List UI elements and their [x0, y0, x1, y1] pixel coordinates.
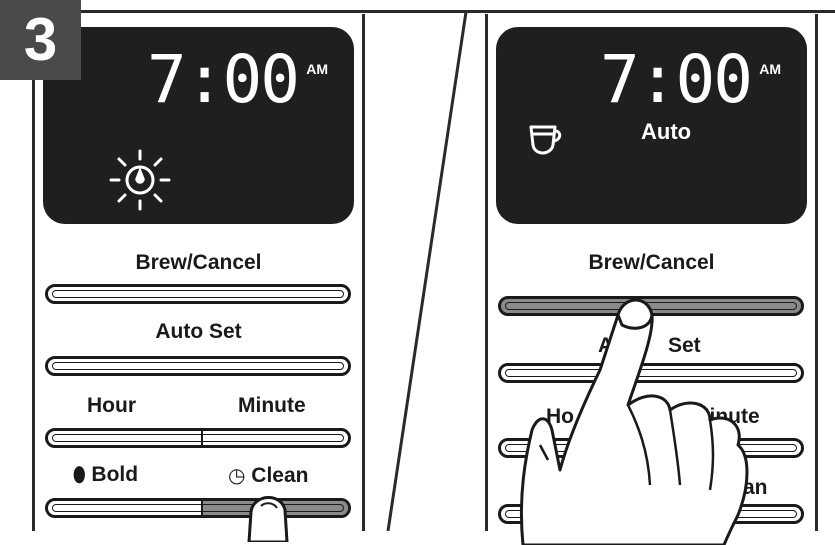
left-brew-cancel-button[interactable]: [45, 284, 351, 304]
instruction-illustration: 7:00 AM Brew/Cancel Auto Set Hour Minute…: [0, 0, 835, 545]
step-number-badge: 3: [0, 0, 81, 80]
bold-icon: ⬮: [73, 464, 86, 486]
left-bold-label: ⬮ Bold: [73, 463, 138, 487]
right-meridiem: AM: [759, 61, 781, 77]
right-brew-cancel-label: Brew/Cancel: [588, 251, 715, 274]
left-control-panel: 7:00 AM Brew/Cancel Auto Set Hour Minute…: [32, 14, 365, 542]
left-minute-label: Minute: [238, 394, 306, 417]
left-auto-set-label: Auto Set: [155, 320, 242, 343]
left-lcd-display: 7:00 AM: [43, 27, 354, 224]
right-clock-time: 7:00: [600, 41, 753, 118]
sun-clock-brewing-icon: [109, 149, 171, 211]
left-brew-cancel-label: Brew/Cancel: [135, 251, 262, 274]
right-auto-mode: Auto: [641, 119, 692, 144]
left-hour-minute-button[interactable]: [45, 428, 351, 448]
right-lcd-display: 7:00 AM Auto: [496, 27, 807, 224]
left-hour-label: Hour: [87, 394, 136, 417]
left-meridiem: AM: [306, 61, 328, 77]
left-pressing-finger: [247, 496, 289, 542]
right-pressing-hand: [519, 298, 749, 545]
left-clock-time: 7:00: [147, 41, 300, 118]
coffee-cup-icon: [529, 125, 562, 155]
left-bold-text: Bold: [91, 463, 139, 486]
left-auto-set-button[interactable]: [45, 356, 351, 376]
right-control-panel: 7:00 AM Auto Brew/Cancel A Set Ho Minute…: [485, 14, 818, 545]
